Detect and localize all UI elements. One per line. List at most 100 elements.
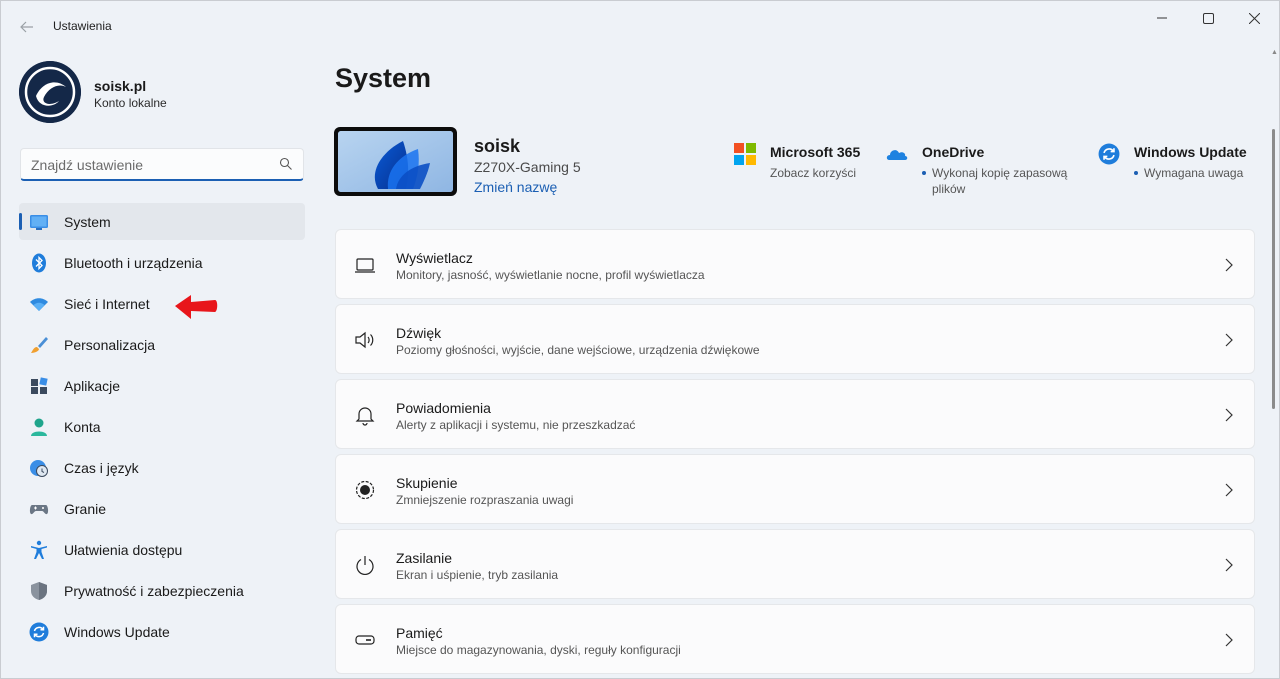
card-title: Pamięć bbox=[396, 625, 443, 641]
back-button[interactable] bbox=[13, 15, 41, 39]
sidebar-item-bluetooth[interactable]: Bluetooth i urządzenia bbox=[19, 244, 305, 281]
settings-card-power[interactable]: Zasilanie Ekran i uśpienie, tryb zasilan… bbox=[335, 529, 1255, 599]
profile-name: soisk.pl bbox=[94, 78, 147, 94]
sidebar-item-label: Bluetooth i urządzenia bbox=[64, 255, 203, 271]
system-icon bbox=[30, 215, 48, 230]
rename-link[interactable]: Zmień nazwę bbox=[474, 179, 557, 195]
shield-icon bbox=[31, 582, 47, 600]
clock-globe-icon bbox=[30, 460, 48, 477]
storage-icon bbox=[355, 635, 375, 645]
power-icon bbox=[356, 556, 374, 576]
sidebar-item-label: Personalizacja bbox=[64, 337, 156, 353]
sidebar-item-privacy[interactable]: Prywatność i zabezpieczenia bbox=[19, 572, 305, 609]
update-icon bbox=[29, 622, 49, 642]
sidebar-item-label: Czas i język bbox=[64, 460, 139, 476]
status-dot bbox=[922, 170, 926, 175]
quick-link-subtitle: Zobacz korzyści bbox=[770, 166, 857, 180]
quick-link-title: Microsoft 365 bbox=[770, 144, 861, 160]
card-title: Dźwięk bbox=[396, 325, 442, 341]
sidebar-item-time-language[interactable]: Czas i język bbox=[19, 449, 305, 486]
avatar bbox=[19, 61, 81, 123]
chevron-right-icon bbox=[1225, 258, 1233, 272]
chevron-right-icon bbox=[1225, 633, 1233, 647]
quick-link-subtitle-line2: plików bbox=[932, 182, 966, 196]
card-title: Powiadomienia bbox=[396, 400, 491, 416]
card-subtitle: Alerty z aplikacji i systemu, nie przesz… bbox=[396, 418, 636, 432]
settings-card-focus[interactable]: Skupienie Zmniejszenie rozpraszania uwag… bbox=[335, 454, 1255, 524]
sidebar-item-label: Granie bbox=[64, 501, 107, 517]
sidebar-item-label: Sieć i Internet bbox=[64, 296, 150, 312]
bell-icon bbox=[355, 407, 375, 426]
scrollbar[interactable]: ▲ bbox=[1271, 49, 1278, 679]
quick-link-subtitle-text: Wymagana uwaga bbox=[1144, 166, 1244, 180]
sidebar-item-gaming[interactable]: Granie bbox=[19, 490, 305, 527]
sidebar-item-label: Ułatwienia dostępu bbox=[64, 542, 183, 558]
app-title: Ustawienia bbox=[53, 19, 112, 33]
card-title: Zasilanie bbox=[396, 550, 453, 566]
display-icon bbox=[355, 258, 375, 273]
card-title: Skupienie bbox=[396, 475, 458, 491]
chevron-right-icon bbox=[1225, 483, 1233, 497]
annotation-arrow-icon bbox=[175, 295, 218, 319]
quick-link-subtitle: Wymagana uwaga bbox=[1134, 165, 1243, 181]
sidebar-item-label: Konta bbox=[64, 419, 101, 435]
sidebar-item-personalization[interactable]: Personalizacja bbox=[19, 326, 305, 363]
sidebar-item-network[interactable]: Sieć i Internet bbox=[19, 285, 305, 322]
quick-link-subtitle-line1: Wykonaj kopię zapasową bbox=[932, 166, 1068, 180]
search-icon[interactable] bbox=[279, 157, 293, 171]
onedrive-icon bbox=[886, 150, 908, 160]
arrow-left-icon bbox=[20, 21, 33, 33]
sidebar-item-apps[interactable]: Aplikacje bbox=[19, 367, 305, 404]
settings-card-display[interactable]: Wyświetlacz Monitory, jasność, wyświetla… bbox=[335, 229, 1255, 299]
close-button[interactable] bbox=[1231, 1, 1277, 35]
sidebar-nav: System Bluetooth i urządzenia Sieć i Int… bbox=[19, 203, 305, 654]
update-icon bbox=[1098, 143, 1120, 165]
quick-link-subtitle: Wykonaj kopię zapasową plików bbox=[922, 165, 1067, 197]
card-title: Wyświetlacz bbox=[396, 250, 473, 266]
device-name: soisk bbox=[474, 136, 521, 156]
close-icon bbox=[1248, 12, 1260, 24]
card-subtitle: Ekran i uśpienie, tryb zasilania bbox=[396, 568, 559, 582]
search-input[interactable] bbox=[31, 155, 271, 175]
focus-icon bbox=[355, 480, 375, 500]
quick-link-title: Windows Update bbox=[1134, 144, 1247, 160]
card-subtitle: Miejsce do magazynowania, dyski, reguły … bbox=[396, 643, 681, 657]
sidebar-item-accounts[interactable]: Konta bbox=[19, 408, 305, 445]
quick-link-title: OneDrive bbox=[922, 144, 985, 160]
minimize-icon bbox=[1157, 17, 1167, 19]
sidebar-item-label: Aplikacje bbox=[64, 378, 121, 394]
settings-card-notifications[interactable]: Powiadomienia Alerty z aplikacji i syste… bbox=[335, 379, 1255, 449]
brush-icon bbox=[31, 337, 48, 353]
title-bar: Ustawienia bbox=[1, 1, 1280, 51]
card-subtitle: Poziomy głośności, wyjście, dane wejścio… bbox=[396, 343, 760, 357]
settings-list: Wyświetlacz Monitory, jasność, wyświetla… bbox=[335, 229, 1255, 679]
search-box bbox=[20, 148, 304, 181]
scroll-thumb[interactable] bbox=[1272, 129, 1275, 409]
wifi-icon bbox=[30, 298, 48, 311]
minimize-button[interactable] bbox=[1139, 1, 1185, 35]
device-model: Z270X-Gaming 5 bbox=[474, 159, 581, 175]
maximize-button[interactable] bbox=[1185, 1, 1231, 35]
chevron-right-icon bbox=[1225, 558, 1233, 572]
sidebar-item-system[interactable]: System bbox=[19, 203, 305, 240]
accessibility-icon bbox=[31, 540, 47, 559]
settings-card-sound[interactable]: Dźwięk Poziomy głośności, wyjście, dane … bbox=[335, 304, 1255, 374]
scroll-up-icon[interactable]: ▲ bbox=[1271, 49, 1278, 56]
sidebar-item-label: System bbox=[64, 214, 111, 230]
apps-icon bbox=[31, 377, 48, 394]
sidebar-item-label: Windows Update bbox=[64, 624, 170, 640]
person-icon bbox=[31, 418, 47, 436]
bluetooth-icon bbox=[32, 253, 46, 273]
maximize-icon bbox=[1202, 12, 1214, 24]
microsoft-logo-icon bbox=[734, 143, 756, 165]
sidebar-item-label: Prywatność i zabezpieczenia bbox=[64, 583, 244, 599]
chevron-right-icon bbox=[1225, 333, 1233, 347]
sidebar-item-accessibility[interactable]: Ułatwienia dostępu bbox=[19, 531, 305, 568]
card-subtitle: Zmniejszenie rozpraszania uwagi bbox=[396, 493, 574, 507]
speaker-icon bbox=[355, 331, 374, 349]
sidebar-item-windows-update[interactable]: Windows Update bbox=[19, 613, 305, 650]
user-profile[interactable]: soisk.pl Konto lokalne bbox=[19, 61, 319, 123]
page-title: System bbox=[335, 63, 432, 93]
settings-card-storage[interactable]: Pamięć Miejsce do magazynowania, dyski, … bbox=[335, 604, 1255, 674]
device-thumbnail bbox=[334, 127, 457, 196]
